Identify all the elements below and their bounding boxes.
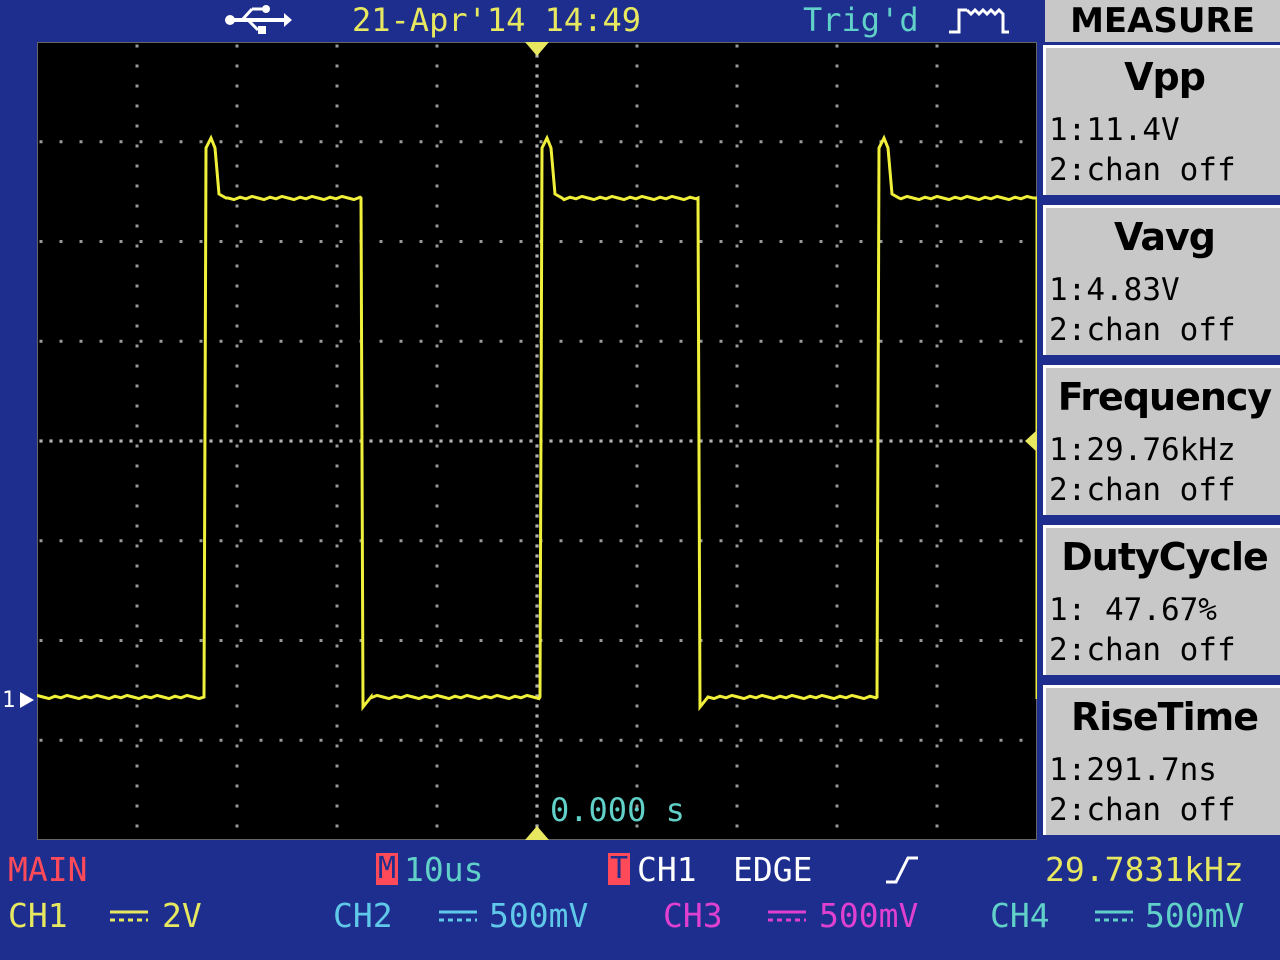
waveform-display[interactable]: [37, 42, 1037, 840]
time-position-readout: 0.000 s: [550, 791, 685, 829]
trigger-position-marker-bottom[interactable]: [525, 826, 549, 840]
measure-value-ch2: 2:chan off: [1049, 312, 1236, 348]
measure-item-rise-time[interactable]: RiseTime 1:291.7ns 2:chan off: [1043, 685, 1280, 835]
timebase-value[interactable]: 10us: [404, 850, 483, 890]
measure-value-ch1: 1:291.7ns: [1049, 752, 1217, 788]
ch1-ground-arrow-icon[interactable]: [20, 690, 34, 710]
measure-item-frequency[interactable]: Frequency 1:29.76kHz 2:chan off: [1043, 365, 1280, 515]
measure-value-ch2: 2:chan off: [1049, 472, 1236, 508]
trigger-level-marker[interactable]: [1025, 430, 1037, 452]
dc-coupling-icon: [768, 910, 806, 922]
measure-name: DutyCycle: [1061, 535, 1269, 579]
screen-markers: [525, 42, 1037, 840]
ch1-label[interactable]: CH1: [8, 896, 68, 936]
ch2-volts-per-div[interactable]: 500mV: [489, 896, 588, 936]
measure-value-ch1: 1:11.4V: [1049, 112, 1180, 148]
ch4-volts-per-div[interactable]: 500mV: [1145, 896, 1244, 936]
usb-icon: [225, 5, 292, 34]
dc-coupling-icon: [439, 910, 477, 922]
measure-name: Vavg: [1114, 215, 1216, 259]
measure-name: RiseTime: [1071, 695, 1259, 739]
measure-item-duty-cycle[interactable]: DutyCycle 1: 47.67% 2:chan off: [1043, 525, 1280, 675]
ch1-volts-per-div[interactable]: 2V: [162, 896, 202, 936]
measure-title: MEASURE: [1045, 0, 1280, 42]
measure-value-ch2: 2:chan off: [1049, 152, 1236, 188]
ch3-label[interactable]: CH3: [663, 896, 723, 936]
trigger-status: Trig'd: [803, 1, 919, 39]
date-time: 21-Apr'14 14:49: [352, 1, 641, 39]
trigger-type[interactable]: EDGE: [733, 850, 812, 890]
ch3-volts-per-div[interactable]: 500mV: [819, 896, 918, 936]
rising-edge-icon: [886, 856, 918, 884]
ch4-label[interactable]: CH4: [990, 896, 1050, 936]
main-timebase-badge: M: [376, 851, 398, 886]
acquisition-waveform-icon: [949, 7, 1009, 34]
measure-item-vavg[interactable]: Vavg 1:4.83V 2:chan off: [1043, 205, 1280, 355]
measure-value-ch1: 1:4.83V: [1049, 272, 1180, 308]
measure-value-ch2: 2:chan off: [1049, 792, 1236, 828]
measure-item-vpp[interactable]: Vpp 1:11.4V 2:chan off: [1043, 45, 1280, 195]
measure-name: Frequency: [1057, 375, 1272, 419]
measure-value-ch1: 1:29.76kHz: [1049, 432, 1236, 468]
ch2-label[interactable]: CH2: [333, 896, 393, 936]
trigger-badge: T: [608, 851, 630, 886]
trigger-source[interactable]: CH1: [637, 850, 697, 890]
timebase-mode[interactable]: MAIN: [8, 850, 87, 890]
ch1-ground-marker-label: 1: [2, 688, 16, 713]
measure-name: Vpp: [1124, 55, 1206, 99]
dc-coupling-icon: [110, 910, 148, 922]
measure-value-ch1: 1: 47.67%: [1049, 592, 1217, 628]
trigger-frequency-counter: 29.7831kHz: [1045, 850, 1244, 889]
dc-coupling-icon: [1095, 910, 1133, 922]
trigger-position-marker-top[interactable]: [525, 42, 549, 56]
measure-value-ch2: 2:chan off: [1049, 632, 1236, 668]
